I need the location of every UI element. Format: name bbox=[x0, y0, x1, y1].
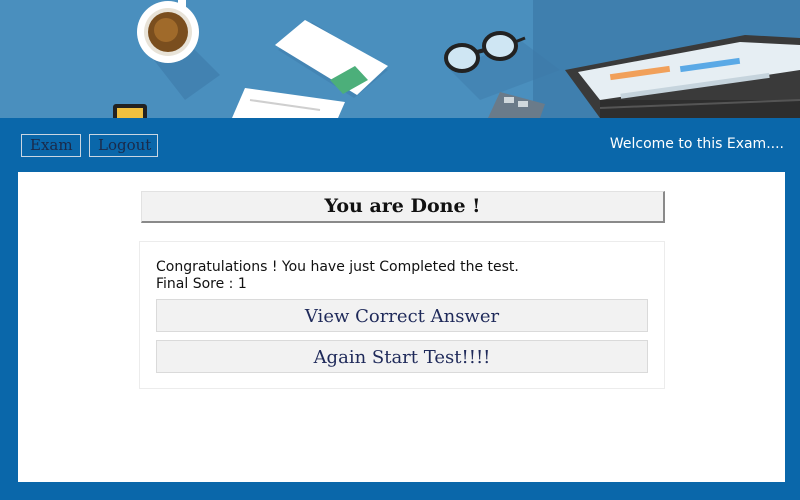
phone-icon bbox=[113, 104, 147, 118]
nav-logout-button[interactable]: Logout bbox=[89, 134, 158, 157]
view-correct-answer-button[interactable]: View Correct Answer bbox=[156, 299, 648, 332]
completion-message: Congratulations ! You have just Complete… bbox=[156, 259, 519, 275]
again-start-test-button[interactable]: Again Start Test!!!! bbox=[156, 340, 648, 373]
result-title: You are Done ! bbox=[141, 191, 665, 223]
final-score: Final Sore : 1 bbox=[156, 276, 247, 292]
envelope-icon bbox=[275, 20, 388, 98]
coffee-cup-icon bbox=[137, 0, 220, 100]
paper-icon bbox=[232, 88, 345, 118]
header-banner bbox=[0, 0, 800, 118]
calculator-icon bbox=[488, 92, 545, 118]
result-message-block: Congratulations ! You have just Complete… bbox=[156, 259, 519, 293]
laptop-icon bbox=[565, 35, 800, 118]
nav-exam-button[interactable]: Exam bbox=[21, 134, 81, 157]
banner-illustration bbox=[113, 0, 800, 118]
glasses-icon bbox=[444, 31, 560, 100]
welcome-text: Welcome to this Exam.... bbox=[609, 136, 784, 152]
